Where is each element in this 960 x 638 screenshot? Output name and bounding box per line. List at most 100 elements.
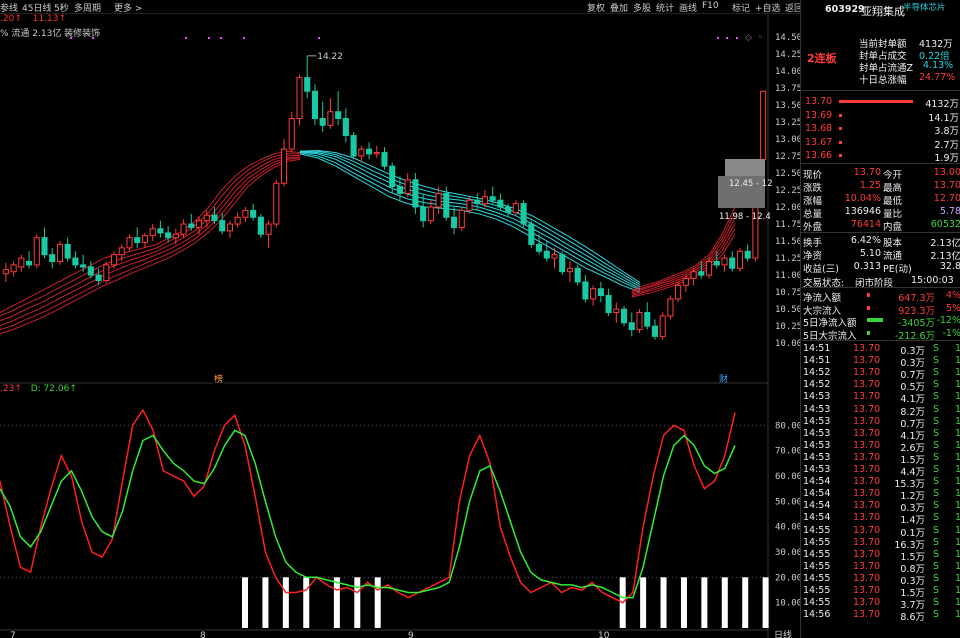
flow-bar [867, 330, 870, 335]
candle [736, 247, 744, 272]
quote-label: 涨幅 [803, 196, 823, 207]
tick-side: S [933, 500, 940, 512]
ma-cyan-line [299, 153, 641, 293]
kline-chart[interactable]: 14.50 14.25 14.00 13.75 13.50 13.25 13.00 12.75… [0, 14, 800, 638]
toolbar-item-0[interactable]: 参线 [0, 1, 18, 14]
tick-price: 13.70 [853, 585, 881, 596]
candle [265, 220, 272, 248]
price-axis-tick: 12.25 [775, 186, 800, 196]
signal-dot [220, 37, 222, 39]
signal-dot [717, 37, 719, 39]
bid-volume: 2.7万 [934, 139, 959, 151]
tick-time: 14:54 [803, 512, 831, 524]
quote-label: 收益(三) [803, 264, 839, 275]
quote-row: 换手 6.42% 股本 2.13亿 [801, 235, 960, 249]
toolbar-item-3[interactable]: 多周期 [74, 1, 101, 14]
kdj-axis-tick: 50.00 [775, 497, 800, 507]
candle [675, 281, 682, 303]
candle [141, 232, 149, 248]
candle [381, 147, 388, 170]
candle [350, 132, 357, 160]
toolbar-item-4[interactable]: 更多 > [114, 1, 142, 14]
tick-row: 14:55 13.70 1.5万 S 1 [801, 585, 960, 599]
candle [744, 244, 751, 262]
tick-row: 14:56 13.70 8.6万 S 1 [801, 609, 960, 623]
candle [335, 91, 342, 126]
dot-icon[interactable]: ◦ [758, 33, 763, 43]
candle [690, 268, 697, 286]
candle [620, 305, 628, 327]
quote-row: 收益(三) 0.313 PE(动) 32.8 [801, 261, 960, 275]
kdj-axis-tick: 60.00 [775, 472, 800, 482]
price-axis-tick: 13.00 [775, 135, 800, 145]
signal-dot [70, 37, 72, 39]
diamond-icon[interactable]: ◇ [745, 33, 752, 43]
toolbar-item-1[interactable]: 45日线 [22, 1, 51, 14]
tick-time: 14:55 [803, 548, 831, 560]
tick-price: 13.70 [853, 451, 881, 463]
quote-row: 涨幅 10.04% 最低 12.70 [801, 193, 960, 207]
toolbar-button-2[interactable]: 多股 [633, 1, 651, 14]
tick-row: 14:54 13.70 0.3万 S 1 [801, 500, 960, 514]
period-label[interactable]: 日线 [774, 629, 792, 638]
tick-time: 14:55 [803, 572, 831, 584]
tick-side: S [933, 439, 940, 451]
tick-row: 14:55 13.70 16.3万 S 1 [801, 536, 960, 551]
kdj-d-value: D: 72.06↑ [30, 384, 77, 394]
tick-flag: 1 [955, 476, 960, 488]
cai-marker[interactable]: 财 [719, 373, 728, 385]
sector-tag[interactable]: 半导体芯片 [903, 1, 946, 13]
tick-side: S [933, 464, 940, 475]
flow-percent: 5% [945, 302, 960, 314]
kdj-bar [333, 577, 340, 628]
candle [226, 220, 234, 238]
date-axis-tick: 10 [598, 631, 610, 638]
gap-box-upper[interactable] [725, 159, 765, 177]
toolbar-button-1[interactable]: 叠加 [610, 1, 628, 14]
quote-label: PE(动) [883, 264, 912, 275]
tick-time: 14:54 [803, 476, 831, 488]
bid-price: 13.66 [805, 150, 833, 161]
bid-volume-bar [839, 140, 842, 144]
quote-value: 13.00 [933, 167, 960, 178]
kdj-values-line: .23↑ D: 72.06↑ [0, 384, 77, 394]
tick-row: 14:53 13.70 2.6万 S 1 [801, 439, 960, 454]
tick-price: 13.70 [853, 379, 881, 391]
toolbar-item-2[interactable]: 5秒 [54, 1, 69, 14]
tick-side: S [933, 379, 940, 391]
tick-flag: 1 [955, 427, 960, 439]
toolbar-button-7[interactable]: +自选 [755, 1, 781, 14]
tick-flag: 1 [955, 548, 960, 560]
candle [25, 251, 33, 269]
bid-volume: 3.8万 [934, 126, 959, 137]
tick-price: 13.70 [853, 391, 881, 403]
toolbar-button-4[interactable]: 画线 [679, 1, 697, 14]
candle [18, 254, 25, 272]
toolbar-button-5[interactable]: F10 [702, 1, 719, 11]
candle [566, 261, 574, 282]
tick-price: 13.70 [853, 524, 881, 536]
quote-value: 5.10 [859, 248, 881, 259]
bang-marker[interactable]: 榜 [214, 373, 223, 385]
date-axis-tick: 9 [408, 631, 414, 638]
tick-price: 13.70 [853, 367, 881, 379]
tick-time: 14:55 [803, 597, 831, 609]
tick-price: 13.70 [853, 343, 881, 354]
tick-side: S [933, 536, 940, 548]
toolbar-button-0[interactable]: 复权 [587, 1, 605, 14]
tick-row: 14:54 13.70 15.3万 S 1 [801, 476, 960, 490]
kdj-k-line [0, 408, 736, 604]
kdj-bar [242, 577, 248, 628]
quote-panel: 603929 亚翔集成 半导体芯片 2连板 当前封单额 4132万 封单占成交 … [800, 0, 960, 638]
ma-cyan-line [299, 149, 641, 284]
tick-time: 14:53 [803, 451, 831, 463]
tick-row: 14:51 13.70 0.3万 S 1 [801, 355, 960, 369]
toolbar-button-3[interactable]: 统计 [656, 1, 674, 14]
tick-price: 13.70 [853, 464, 881, 475]
price-axis-tick: 14.25 [775, 50, 800, 60]
tick-side: S [933, 391, 940, 403]
candle [103, 261, 110, 284]
toolbar-button-6[interactable]: 标记 [732, 1, 750, 14]
price-axis-tick: 10.75 [775, 288, 800, 298]
tick-side: S [933, 451, 940, 463]
